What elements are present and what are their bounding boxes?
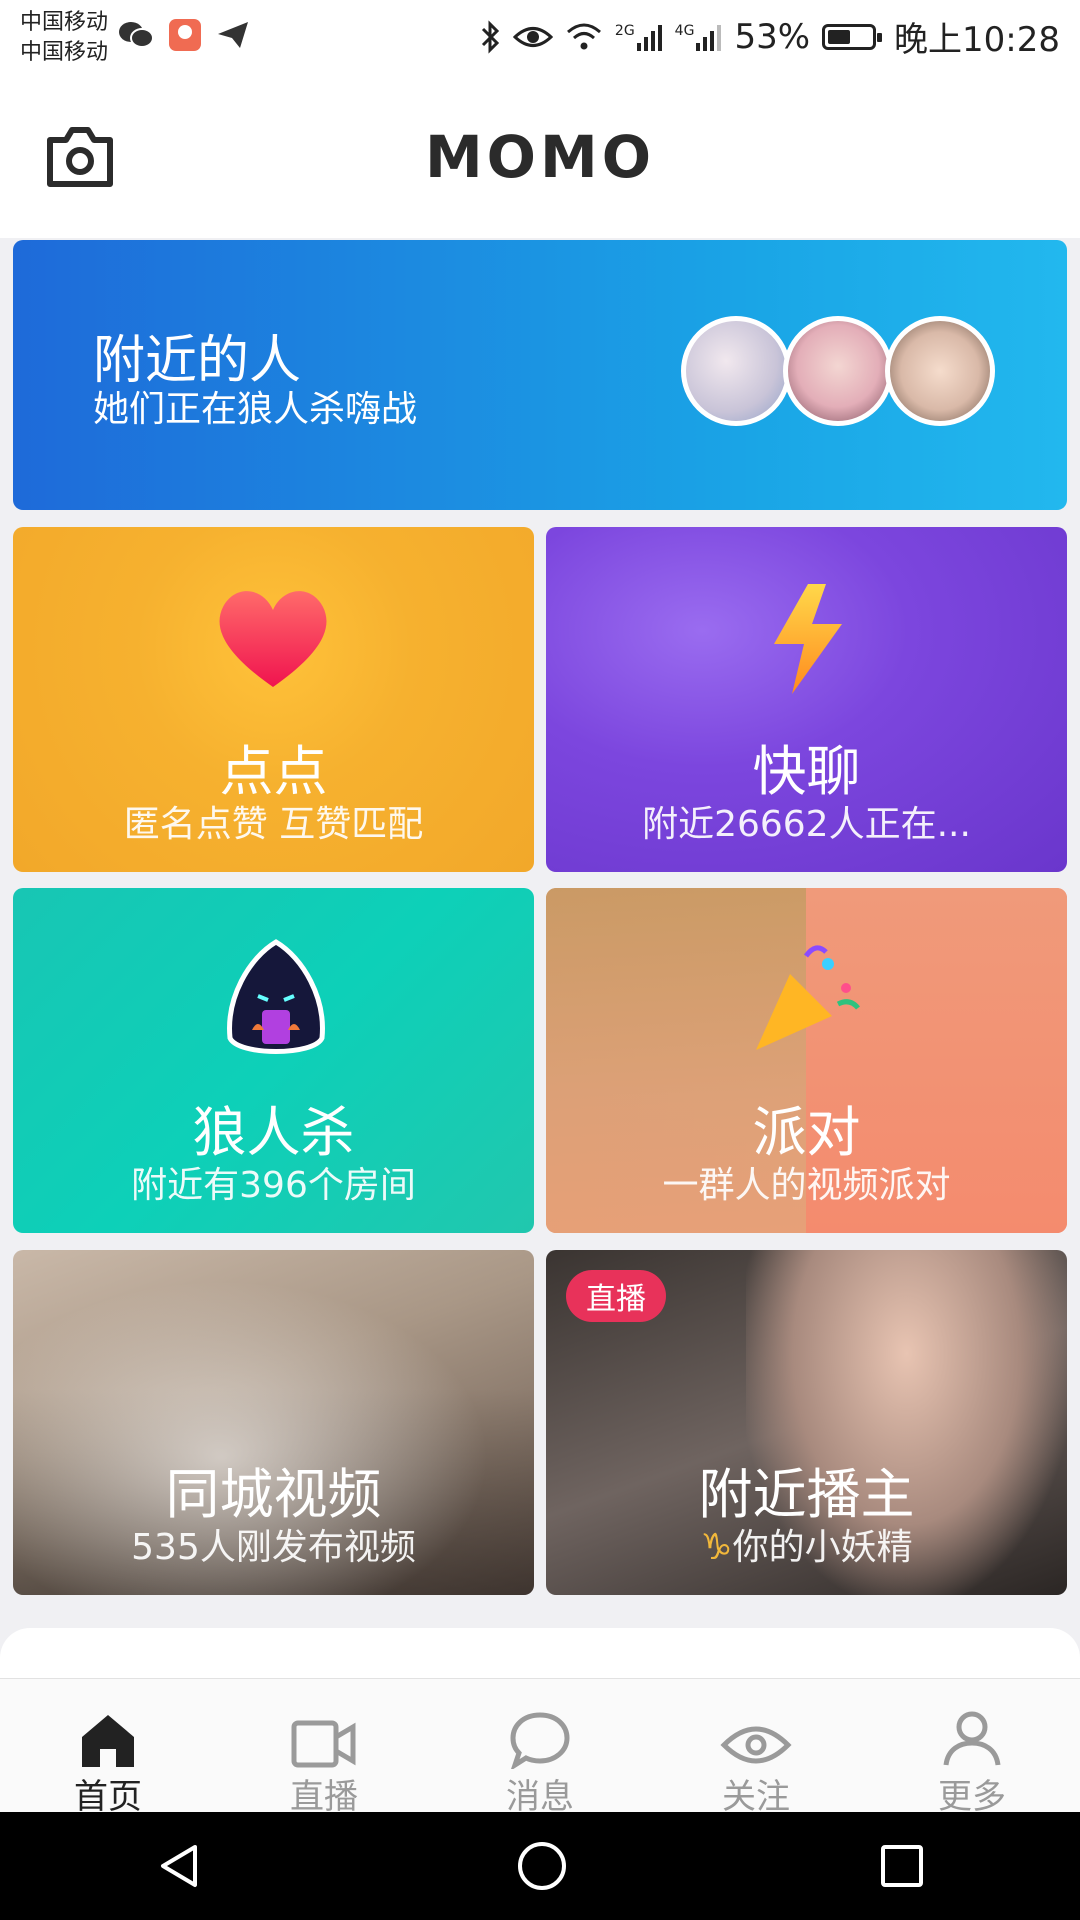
tile-subtitle: 一群人的视频派对 — [662, 1165, 951, 1206]
notification-icons — [118, 18, 250, 52]
carrier-1: 中国移动 — [20, 10, 109, 35]
app-header: MOMO — [0, 78, 1080, 238]
wifi-icon — [566, 23, 601, 49]
eye-icon — [720, 1726, 792, 1764]
back-icon[interactable] — [155, 1841, 205, 1891]
chat-bubble-icon — [510, 1712, 570, 1769]
bottom-tab-bar: 首页 直播 消息 关注 更多 — [0, 1678, 1080, 1817]
eye-comfort-icon — [512, 26, 553, 47]
live-badge: 直播 — [566, 1270, 666, 1322]
werewolf-tile[interactable]: 狼人杀 附近有396个房间 — [13, 888, 534, 1233]
avatar — [783, 316, 893, 426]
bluetooth-icon — [481, 19, 500, 54]
dianidan-tile[interactable]: 点点 匿名点赞 互赞匹配 — [13, 527, 534, 872]
nearby-people-card[interactable]: 附近的人 她们正在狼人杀嗨战 — [13, 240, 1067, 510]
home-icon — [82, 1715, 134, 1767]
send-icon — [218, 22, 248, 48]
wechat-icon — [119, 22, 154, 48]
local-video-tile[interactable]: 同城视频 535人刚发布视频 — [13, 1250, 534, 1595]
avatar — [885, 316, 995, 426]
clock: 晚上10:28 — [894, 20, 1060, 60]
status-bar: 中国移动 中国移动 2G 4G 53% 晚上10:28 — [0, 0, 1080, 78]
battery-percent: 53% — [734, 16, 811, 57]
carriers: 中国移动 中国移动 — [20, 8, 108, 68]
tile-subtitle: 附近有396个房间 — [131, 1165, 416, 1206]
signal-1-label: 2G — [614, 22, 635, 39]
carrier-2: 中国移动 — [20, 40, 109, 65]
tab-messages[interactable]: 消息 — [432, 1679, 648, 1817]
capricorn-icon: ♑ — [700, 1527, 733, 1568]
nearby-subtitle: 她们正在狼人杀嗨战 — [93, 389, 418, 430]
signal-1: 2G — [615, 23, 663, 51]
person-icon — [943, 1711, 1001, 1766]
tab-label: 更多 — [938, 1777, 1006, 1817]
tab-label: 消息 — [506, 1777, 574, 1817]
quick-chat-tile[interactable]: 快聊 附近26662人正在... — [546, 527, 1067, 872]
avatar — [681, 316, 791, 426]
tab-more[interactable]: 更多 — [864, 1679, 1080, 1817]
nearby-streamers-tile[interactable]: 直播 附近播主 ♑你的小妖精 — [546, 1250, 1067, 1595]
signal-icon — [636, 24, 662, 51]
tab-home[interactable]: 首页 — [0, 1679, 216, 1817]
signal-2-label: 4G — [674, 22, 695, 39]
recents-icon[interactable] — [879, 1843, 925, 1889]
heart-icon — [219, 591, 327, 687]
tile-subtitle: 535人刚发布视频 — [131, 1527, 416, 1568]
tab-label: 关注 — [722, 1777, 790, 1817]
system-nav-bar — [0, 1812, 1080, 1920]
tab-live[interactable]: 直播 — [216, 1679, 432, 1817]
party-popper-icon — [756, 945, 860, 1050]
app-logo: MOMO — [424, 123, 656, 191]
tile-subtitle: 你的小妖精 — [732, 1527, 913, 1568]
tile-subtitle: 附近26662人正在... — [642, 804, 971, 845]
battery-icon — [822, 23, 883, 50]
tile-subtitle-row: ♑你的小妖精 — [546, 1518, 1067, 1570]
signal-2: 4G — [675, 23, 723, 51]
tab-label: 首页 — [74, 1777, 142, 1817]
signal-icon — [696, 24, 722, 51]
tab-follow[interactable]: 关注 — [648, 1679, 864, 1817]
tile-subtitle: 匿名点赞 互赞匹配 — [123, 804, 424, 845]
status-right: 2G 4G 53% 晚上10:28 — [479, 12, 1060, 61]
werewolf-icon — [227, 939, 325, 1054]
video-camera-icon — [291, 1720, 356, 1768]
tab-label: 直播 — [290, 1777, 358, 1817]
lightning-icon — [774, 584, 842, 694]
nearby-avatars — [681, 316, 995, 426]
party-tile[interactable]: 派对 一群人的视频派对 — [546, 888, 1067, 1233]
home-button-icon[interactable] — [516, 1840, 568, 1892]
app-notification-icon — [169, 19, 201, 51]
